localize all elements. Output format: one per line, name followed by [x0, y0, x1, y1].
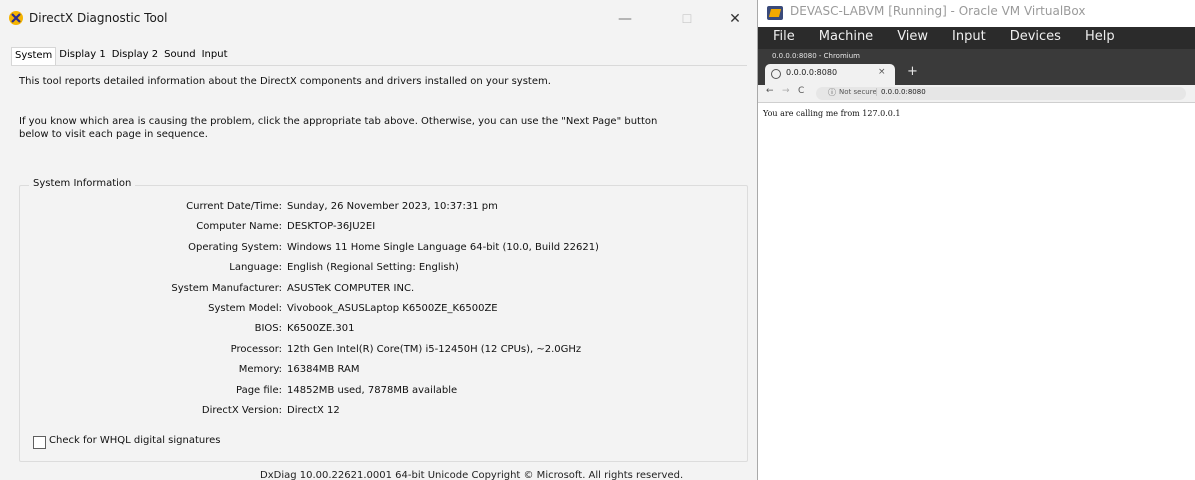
dxdiag-titlebar[interactable]: DirectX Diagnostic Tool — ☐ ✕ — [0, 0, 757, 40]
forward-arrow-icon[interactable]: → — [782, 86, 790, 96]
menu-input[interactable]: Input — [937, 27, 995, 49]
info-row-page-file: Page file: 14852MB used, 7878MB available — [19, 385, 739, 405]
intro-text: This tool reports detailed information a… — [19, 76, 551, 87]
info-row-directx-version: DirectX Version: DirectX 12 — [19, 405, 739, 425]
dxdiag-window-title: DirectX Diagnostic Tool — [29, 11, 168, 25]
menu-help[interactable]: Help — [1070, 27, 1124, 49]
menu-machine[interactable]: Machine — [804, 27, 882, 49]
tab-display-1[interactable]: Display 1 — [56, 47, 108, 64]
info-label: Current Date/Time: — [186, 201, 282, 212]
dxdiag-version-footer: DxDiag 10.00.22621.0001 64-bit Unicode C… — [260, 470, 684, 480]
info-label: Page file: — [236, 384, 282, 396]
info-label: System Manufacturer: — [171, 282, 282, 294]
info-value: Sunday, 26 November 2023, 10:37:31 pm — [287, 201, 498, 212]
info-label: BIOS: — [254, 323, 282, 335]
info-label: DirectX Version: — [201, 404, 282, 416]
group-title: System Information — [29, 178, 136, 189]
menu-file[interactable]: File — [758, 27, 804, 49]
virtualbox-titlebar[interactable]: DEVASC-LABVM [Running] - Oracle VM Virtu… — [758, 0, 1195, 27]
info-value: English (Regional Setting: English) — [287, 262, 459, 274]
address-separator: | — [875, 87, 878, 96]
globe-icon — [771, 69, 781, 79]
info-row-computer-name: Computer Name: DESKTOP-36JU2EI — [19, 221, 739, 241]
info-row-model: System Model: Vivobook_ASUSLaptop K6500ZE… — [19, 303, 739, 323]
info-label: Computer Name: — [196, 221, 282, 233]
info-row-processor: Processor: 12th Gen Intel(R) Core(TM) i5-… — [19, 344, 739, 364]
info-label: Language: — [229, 262, 282, 274]
browser-tab[interactable]: 0.0.0.0:8080 × — [765, 64, 895, 85]
info-value: 12th Gen Intel(R) Core(TM) i5-12450H (12… — [287, 343, 582, 355]
info-label: Processor: — [230, 343, 282, 355]
whql-checkbox-label[interactable]: Check for WHQL digital signatures — [49, 435, 220, 446]
back-arrow-icon[interactable]: ← — [766, 86, 774, 96]
virtualbox-window: DEVASC-LABVM [Running] - Oracle VM Virtu… — [757, 0, 1195, 480]
maximize-button[interactable]: ☐ — [664, 6, 710, 32]
whql-checkbox[interactable] — [33, 436, 46, 449]
chromium-window-title: 0.0.0.0:8080 - Chromium — [772, 52, 860, 60]
info-row-memory: Memory: 16384MB RAM — [19, 364, 739, 384]
virtualbox-app-icon — [767, 6, 783, 20]
info-row-manufacturer: System Manufacturer: ASUSTeK COMPUTER INC… — [19, 283, 739, 303]
info-value: 16384MB RAM — [287, 364, 360, 376]
menu-view[interactable]: View — [882, 27, 937, 49]
menu-devices[interactable]: Devices — [995, 27, 1070, 49]
virtualbox-menubar: File Machine View Input Devices Help — [758, 27, 1195, 49]
tab-input[interactable]: Input — [199, 47, 231, 64]
intro-help-text: If you know which area is causing the pr… — [19, 116, 658, 140]
reload-icon[interactable]: C — [798, 86, 804, 96]
virtualbox-window-title: DEVASC-LABVM [Running] - Oracle VM Virtu… — [790, 4, 1086, 18]
info-value: ASUSTeK COMPUTER INC. — [287, 282, 415, 294]
info-row-date: Current Date/Time: Sunday, 26 November 20… — [19, 201, 739, 221]
info-value: K6500ZE.301 — [287, 323, 355, 335]
security-label: Not secure — [839, 88, 877, 96]
tab-system[interactable]: System — [11, 47, 57, 65]
tab-sound[interactable]: Sound — [161, 47, 199, 64]
info-label: Memory: — [238, 364, 282, 376]
browser-tab-title: 0.0.0.0:8080 — [786, 68, 838, 77]
close-button[interactable]: ✕ — [712, 6, 757, 32]
address-url[interactable]: 0.0.0.0:8080 — [881, 88, 926, 96]
info-value: DirectX 12 — [287, 404, 340, 416]
minimize-button[interactable]: — — [602, 6, 648, 32]
info-row-language: Language: English (Regional Setting: Engl… — [19, 262, 739, 282]
info-value: DESKTOP-36JU2EI — [287, 221, 376, 233]
info-value: Windows 11 Home Single Language 64-bit (… — [287, 241, 599, 253]
info-value: Vivobook_ASUSLaptop K6500ZE_K6500ZE — [287, 302, 498, 314]
tab-divider — [11, 65, 747, 66]
system-info-list: Current Date/Time: Sunday, 26 November 20… — [19, 201, 739, 425]
info-label: Operating System: — [188, 241, 282, 253]
tab-display-2[interactable]: Display 2 — [109, 47, 161, 64]
page-content-text: You are calling me from 127.0.0.1 — [763, 109, 901, 118]
info-label: System Model: — [208, 302, 282, 314]
info-value: 14852MB used, 7878MB available — [287, 384, 458, 396]
new-tab-button[interactable]: + — [907, 64, 918, 79]
info-icon[interactable]: ⓘ — [828, 87, 836, 98]
info-row-os: Operating System: Windows 11 Home Single … — [19, 242, 739, 262]
dxdiag-tab-strip: System Display 1 Display 2 Sound Input — [11, 47, 231, 65]
tab-close-icon[interactable]: × — [878, 67, 886, 77]
info-row-bios: BIOS: K6500ZE.301 — [19, 323, 739, 343]
directx-app-icon — [9, 11, 23, 25]
dxdiag-window: DirectX Diagnostic Tool — ☐ ✕ System Dis… — [0, 0, 757, 480]
